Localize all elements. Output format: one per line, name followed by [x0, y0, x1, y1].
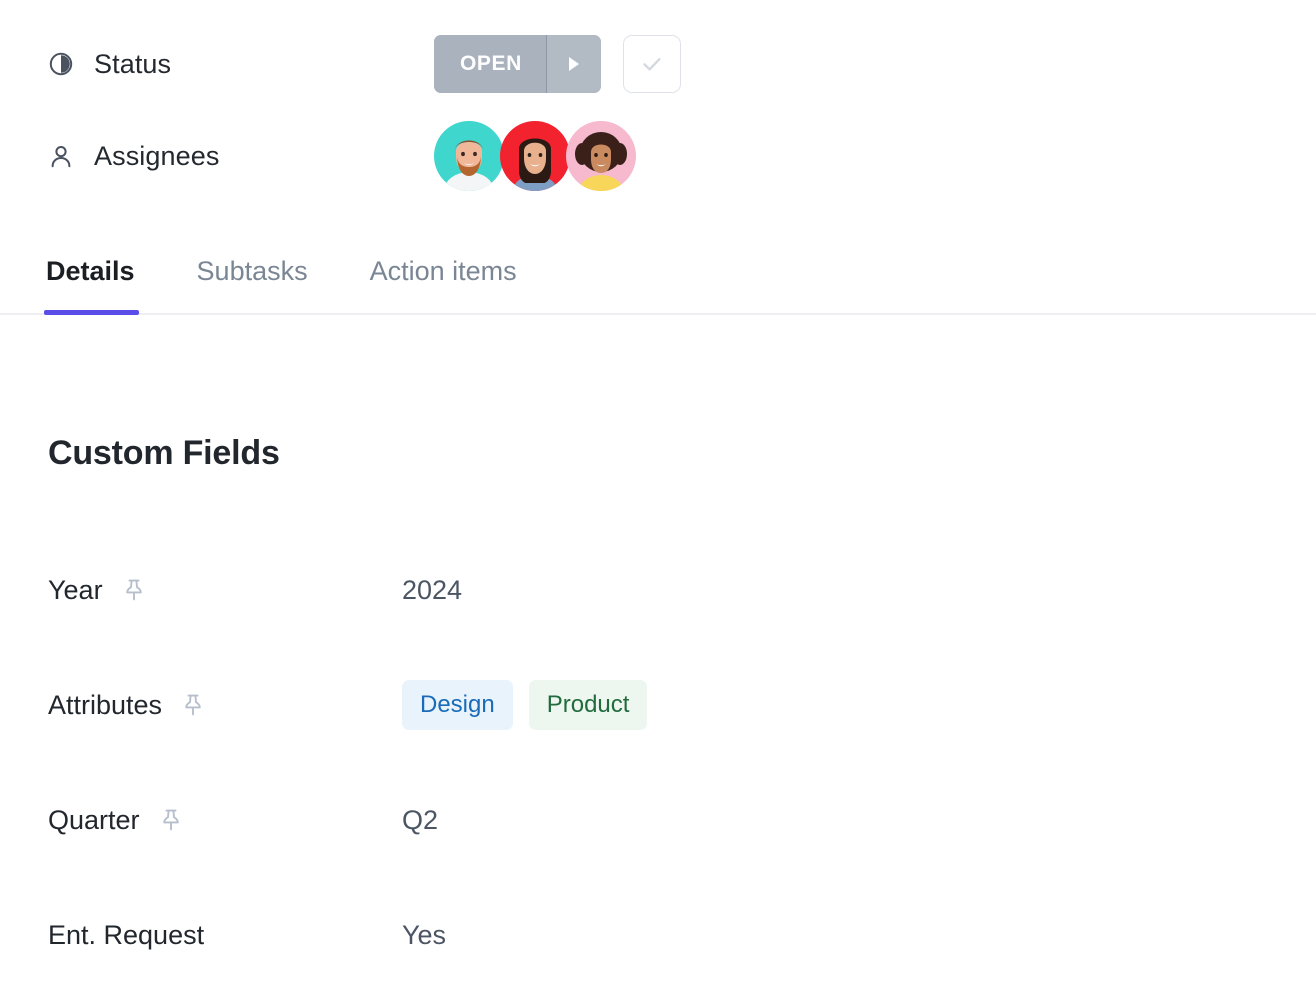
chip-product[interactable]: Product: [528, 680, 648, 730]
status-value[interactable]: OPEN: [434, 35, 547, 93]
field-row-year: Year 2024: [48, 560, 1268, 620]
custom-fields-list: Year 2024 Attributes Design Product Quar…: [48, 560, 1268, 965]
field-value[interactable]: 2024: [402, 576, 462, 604]
tab-details[interactable]: Details: [44, 258, 139, 315]
field-value[interactable]: Q2: [402, 806, 438, 834]
field-value[interactable]: Yes: [402, 921, 446, 949]
status-row: Status OPEN: [48, 35, 1268, 93]
pin-icon[interactable]: [158, 807, 184, 833]
assignees-label: Assignees: [94, 140, 220, 171]
attribute-chips: Design Product: [402, 680, 648, 730]
field-row-ent-request: Ent. Request Yes: [48, 905, 1268, 965]
check-icon: [637, 49, 667, 79]
task-meta-section: Status OPEN Assignees: [48, 35, 1268, 191]
mark-complete-button[interactable]: [622, 35, 681, 93]
field-label-group: Ent. Request: [48, 919, 402, 950]
avatar[interactable]: [566, 121, 636, 191]
field-label: Year: [48, 574, 103, 605]
caret-right-icon: [568, 57, 579, 71]
field-label: Ent. Request: [48, 919, 205, 950]
pin-icon[interactable]: [121, 577, 147, 603]
status-dropdown-button[interactable]: [546, 35, 601, 93]
assignees-label-group: Assignees: [48, 140, 434, 171]
field-label: Attributes: [48, 689, 163, 720]
assignees-row: Assignees: [48, 121, 1268, 191]
avatar[interactable]: [500, 121, 570, 191]
field-row-quarter: Quarter Q2: [48, 790, 1268, 850]
tab-action-items[interactable]: Action items: [370, 258, 517, 315]
person-icon: [48, 143, 74, 169]
pin-icon[interactable]: [180, 692, 206, 718]
field-label-group: Year: [48, 574, 402, 605]
chip-design[interactable]: Design: [402, 680, 513, 730]
field-label-group: Attributes: [48, 689, 402, 720]
field-label: Quarter: [48, 804, 140, 835]
status-pill[interactable]: OPEN: [434, 35, 601, 93]
field-row-attributes: Attributes Design Product: [48, 675, 1268, 735]
tab-subtasks[interactable]: Subtasks: [197, 258, 308, 315]
custom-fields-heading: Custom Fields: [48, 434, 280, 472]
status-label-group: Status: [48, 48, 434, 79]
status-control: OPEN: [434, 35, 681, 93]
tab-bar: Details Subtasks Action items: [0, 258, 1316, 315]
status-label: Status: [94, 48, 172, 79]
assignee-avatar-stack: [434, 121, 636, 191]
field-label-group: Quarter: [48, 804, 402, 835]
avatar[interactable]: [434, 121, 504, 191]
half-filled-circle-icon: [48, 51, 74, 77]
tab-list: Details Subtasks Action items: [0, 258, 1316, 315]
